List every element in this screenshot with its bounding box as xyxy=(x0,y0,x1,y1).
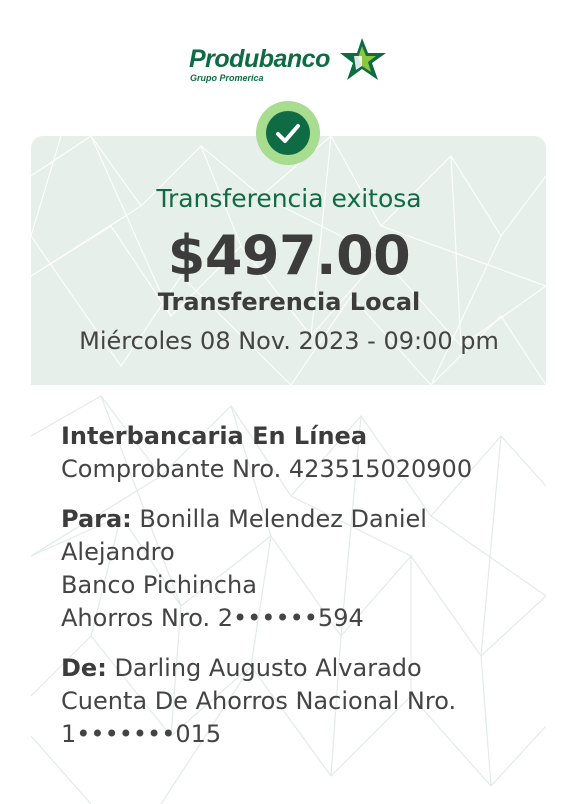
recipient-account: Ahorros Nro. 2••••••594 xyxy=(61,604,364,632)
brand-logo: Produbanco Grupo Promerica xyxy=(0,38,578,88)
sender-block: De: Darling Augusto Alvarado Cuenta De A… xyxy=(61,652,531,751)
brand-subtitle: Grupo Promerica xyxy=(190,73,264,83)
recipient-name: Bonilla Melendez Daniel xyxy=(139,505,427,533)
sender-account-cont: 1•••••••015 xyxy=(61,720,222,748)
transfer-amount: $497.00 xyxy=(167,224,411,287)
brand-name: Produbanco xyxy=(189,45,330,73)
from-label: De: xyxy=(61,654,107,682)
status-title: Transferencia exitosa xyxy=(156,184,422,213)
recipient-bank: Banco Pichincha xyxy=(61,571,257,599)
success-badge xyxy=(256,101,320,165)
sender-account: Cuenta De Ahorros Nacional Nro. xyxy=(61,687,457,715)
sender-name: Darling Augusto Alvarado xyxy=(114,654,422,682)
to-label: Para: xyxy=(61,505,132,533)
transfer-type: Transferencia Local xyxy=(157,288,421,316)
receipt-page: Produbanco Grupo Promerica Transferencia… xyxy=(0,0,578,804)
channel-block: Interbancaria En Línea Comprobante Nro. … xyxy=(61,420,531,486)
channel-label: Interbancaria En Línea xyxy=(61,422,368,450)
recipient-name-cont: Alejandro xyxy=(61,538,175,566)
transfer-datetime: Miércoles 08 Nov. 2023 - 09:00 pm xyxy=(79,327,499,355)
transfer-details: Interbancaria En Línea Comprobante Nro. … xyxy=(61,420,531,768)
check-icon xyxy=(276,124,300,143)
receipt-number: Comprobante Nro. 423515020900 xyxy=(61,455,473,483)
recipient-block: Para: Bonilla Melendez Daniel Alejandro … xyxy=(61,503,531,635)
star-logo-icon xyxy=(340,38,386,80)
